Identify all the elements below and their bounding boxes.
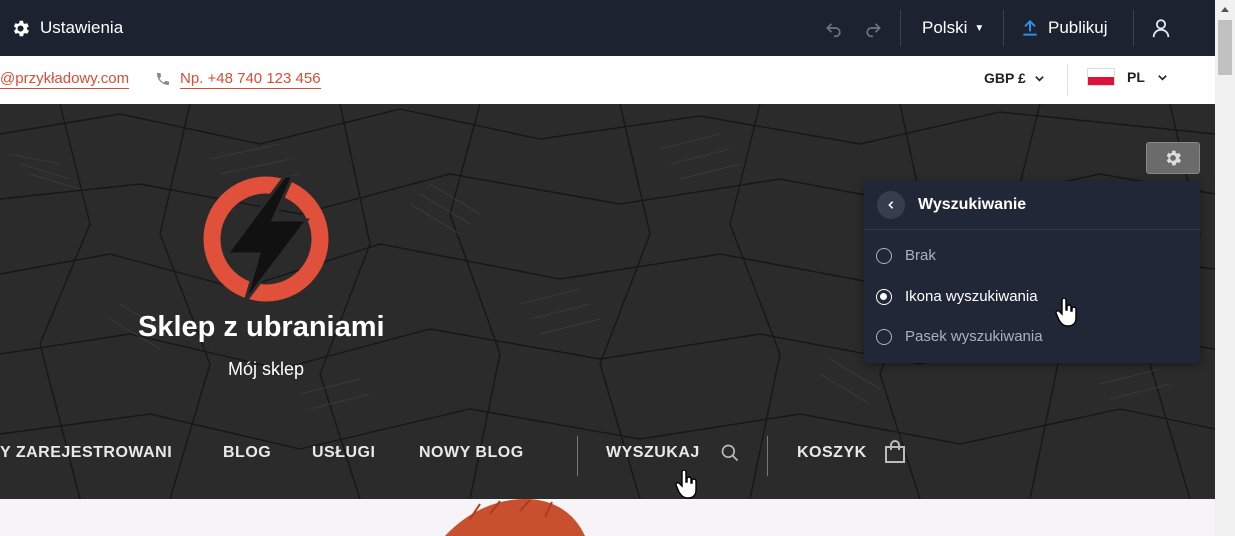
option-label: Brak <box>905 247 936 264</box>
option-search-bar[interactable]: Pasek wyszukiwania <box>876 328 1043 345</box>
email-link[interactable]: @przykładowy.com <box>0 70 130 89</box>
shopping-bag-icon[interactable] <box>884 440 906 464</box>
user-icon[interactable] <box>1150 17 1172 39</box>
locale-selector[interactable]: PL <box>1087 68 1168 86</box>
toolbar-divider <box>1133 10 1134 46</box>
nav-divider <box>767 436 768 476</box>
header-settings-button[interactable] <box>1146 142 1200 174</box>
search-icon[interactable] <box>720 443 740 463</box>
scroll-up-arrow-icon[interactable] <box>1215 0 1235 17</box>
vertical-scrollbar[interactable] <box>1215 0 1235 536</box>
product-image <box>445 499 585 536</box>
store-title[interactable]: Sklep z ubraniami <box>138 311 385 344</box>
back-button[interactable] <box>877 191 905 219</box>
poland-flag-icon <box>1087 68 1115 86</box>
language-label: Polski <box>922 18 968 37</box>
settings-label: Ustawienia <box>40 18 124 37</box>
store-logo <box>203 176 329 302</box>
contact-bar: @przykładowy.com Np. +48 740 123 456 GBP… <box>0 56 1215 104</box>
editor-toolbar: Ustawienia Polski ▼ Publikuj <box>0 0 1215 56</box>
nav-divider <box>577 436 578 476</box>
gear-icon <box>13 20 29 36</box>
hand-cursor-icon <box>1055 298 1077 327</box>
publish-label: Publikuj <box>1048 18 1108 37</box>
option-label: Ikona wyszukiwania <box>905 288 1038 305</box>
nav-item-services[interactable]: USŁUGI <box>312 444 375 462</box>
settings-button[interactable]: Ustawienia <box>10 0 123 56</box>
toolbar-divider <box>900 10 901 46</box>
phone-link[interactable]: Np. +48 740 123 456 <box>180 70 321 89</box>
nav-item-blog[interactable]: BLOG <box>223 444 271 462</box>
divider <box>1067 64 1068 96</box>
publish-button[interactable]: Publikuj <box>1020 0 1108 56</box>
currency-label: GBP £ <box>984 70 1026 86</box>
option-search-icon[interactable]: Ikona wyszukiwania <box>876 288 1038 305</box>
hand-cursor-icon <box>675 470 697 499</box>
store-subtitle: Mój sklep <box>227 359 305 379</box>
chevron-left-icon <box>888 201 894 209</box>
nav-item-cart[interactable]: KOSZYK <box>797 444 867 462</box>
radio-button-selected[interactable] <box>876 288 892 305</box>
phone-icon <box>157 73 169 85</box>
redo-icon[interactable] <box>863 18 883 38</box>
panel-header: Wyszukiwanie <box>864 181 1200 230</box>
undo-icon[interactable] <box>824 18 844 38</box>
option-none[interactable]: Brak <box>876 247 936 264</box>
nav-item-search[interactable]: WYSZUKAJ <box>606 444 700 462</box>
radio-button[interactable] <box>876 247 892 264</box>
radio-button[interactable] <box>876 328 892 345</box>
nav-item-new-blog[interactable]: NOWY BLOG <box>419 444 524 462</box>
product-section <box>0 499 1215 536</box>
toolbar-divider <box>1003 10 1004 46</box>
option-label: Pasek wyszukiwania <box>905 328 1043 345</box>
chevron-down-icon <box>1158 74 1167 81</box>
search-settings-panel: Wyszukiwanie Brak Ikona wyszukiwania Pas… <box>864 181 1200 363</box>
gear-icon <box>1166 150 1182 166</box>
chevron-down-icon <box>1035 75 1044 82</box>
upload-icon <box>1023 19 1037 36</box>
caret-down-icon: ▼ <box>974 22 985 34</box>
nav-item-registered[interactable]: Y ZAREJESTROWANI <box>0 444 172 462</box>
locale-label: PL <box>1127 69 1145 85</box>
scrollbar-thumb[interactable] <box>1218 20 1232 75</box>
panel-title: Wyszukiwanie <box>918 196 1027 213</box>
currency-selector[interactable]: GBP £ <box>984 70 1045 86</box>
language-dropdown[interactable]: Polski ▼ <box>922 0 984 56</box>
